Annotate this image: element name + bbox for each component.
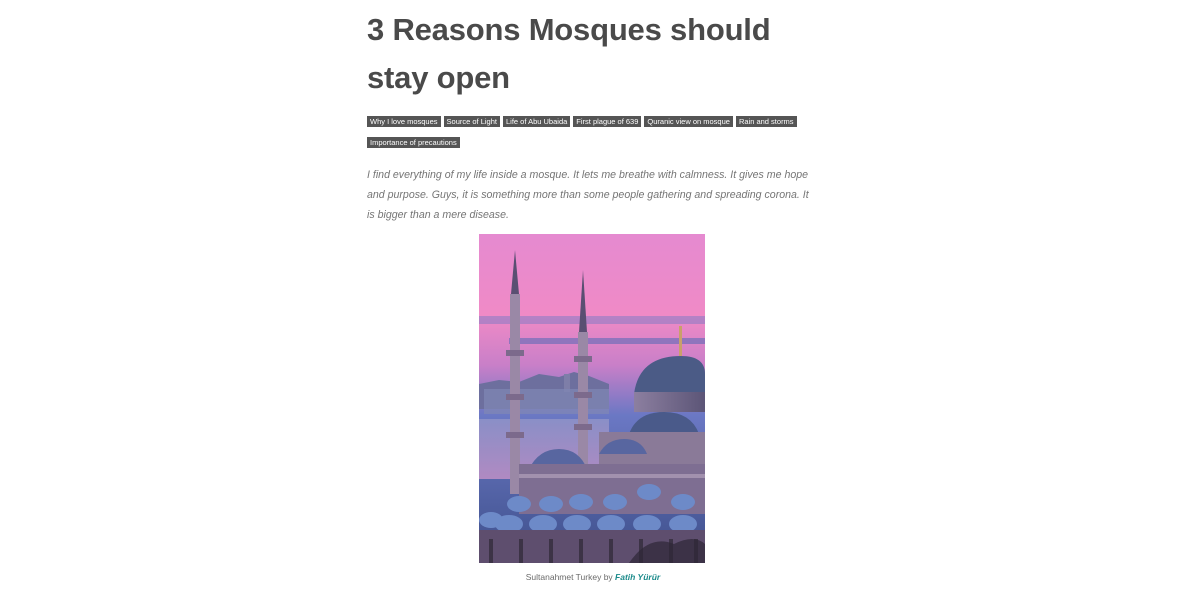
caption-text: Sultanahmet Turkey by (525, 572, 616, 582)
tag-quranic-view-on-mosque[interactable]: Quranic view on mosque (644, 116, 733, 127)
tag-life-of-abu-ubaida[interactable]: Life of Abu Ubaida (502, 116, 571, 127)
tag-first-plague-of-639[interactable]: First plague of 639 (573, 116, 642, 127)
photographer-link[interactable]: Fatih Yürür (615, 572, 660, 582)
tag-source-of-light[interactable]: Source of Light (443, 116, 500, 127)
article: 3 Reasons Mosques should stay open Why I… (367, 0, 819, 225)
mosque-photo (479, 234, 705, 563)
tag-rain-and-storms[interactable]: Rain and storms (735, 116, 797, 127)
tag-list: Why I love mosques Source of Light Life … (367, 116, 817, 148)
tag-importance-of-precautions[interactable]: Importance of precautions (367, 137, 460, 148)
image-caption: Sultanahmet Turkey by Fatih Yürür (367, 572, 819, 582)
tag-why-i-love-mosques[interactable]: Why I love mosques (367, 116, 441, 127)
article-intro: I find everything of my life inside a mo… (367, 169, 809, 221)
mosque-image (479, 234, 705, 563)
article-title: 3 Reasons Mosques should stay open (367, 12, 771, 95)
